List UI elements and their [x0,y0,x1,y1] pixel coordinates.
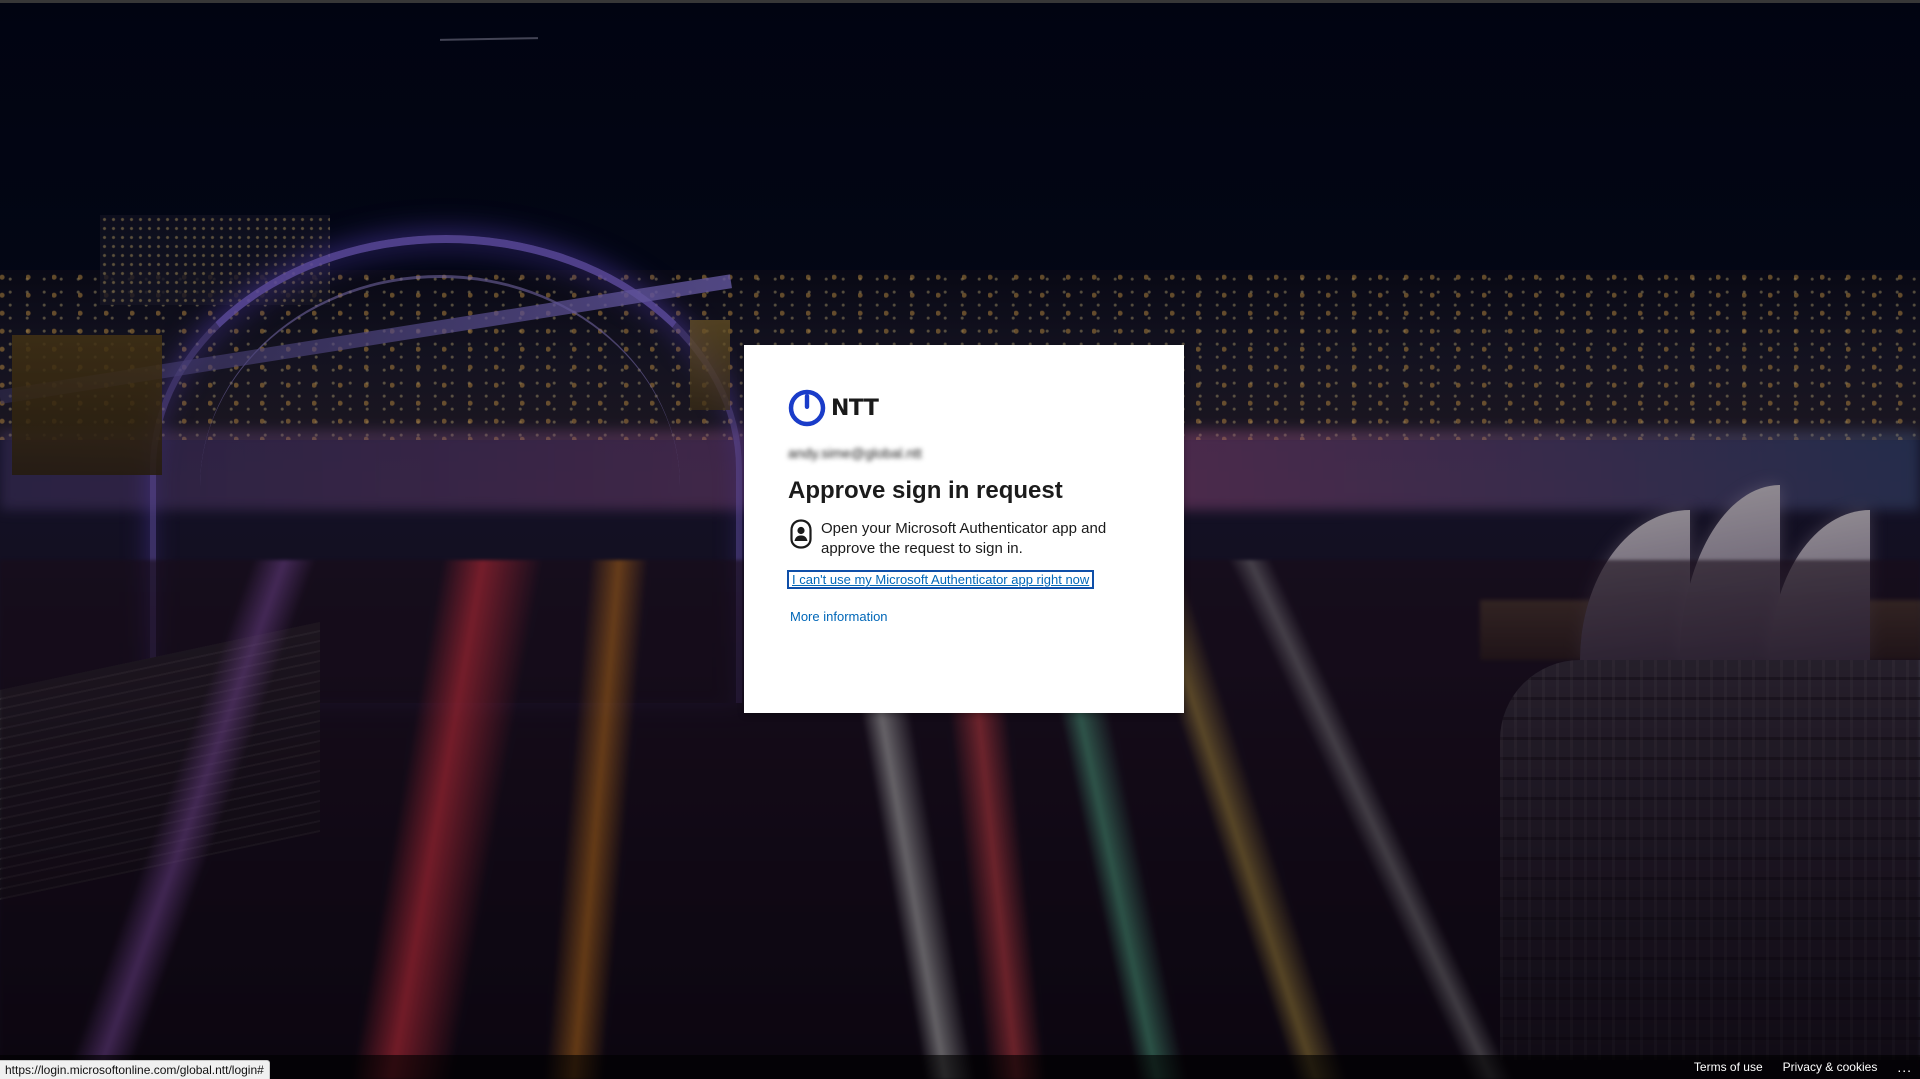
ellipsis-icon[interactable]: ... [1897,1059,1912,1075]
footer-bar: https://login.microsoftonline.com/global… [0,1055,1920,1079]
ntt-logo-icon [788,389,826,427]
more-information-link[interactable]: More information [790,609,1140,624]
authenticator-lock-icon [790,519,812,549]
privacy-cookies-link[interactable]: Privacy & cookies [1783,1060,1878,1074]
status-bar-url: https://login.microsoftonline.com/global… [0,1060,270,1079]
brand-logo: NTT [788,389,1140,427]
instruction-text: Open your Microsoft Authenticator app an… [821,520,1107,557]
authenticator-instruction: Open your Microsoft Authenticator app an… [788,519,1140,559]
terms-of-use-link[interactable]: Terms of use [1694,1060,1763,1074]
cant-use-authenticator-link[interactable]: I can't use my Microsoft Authenticator a… [786,570,1095,589]
footer-links: Terms of use Privacy & cookies ... [1694,1055,1920,1079]
signed-in-identity: andy.sime@global.ntt [788,445,922,461]
page-title: Approve sign in request [788,477,1063,504]
signin-card: NTT andy.sime@global.ntt Approve sign in… [744,345,1184,713]
brand-wordmark: NTT [831,395,879,421]
